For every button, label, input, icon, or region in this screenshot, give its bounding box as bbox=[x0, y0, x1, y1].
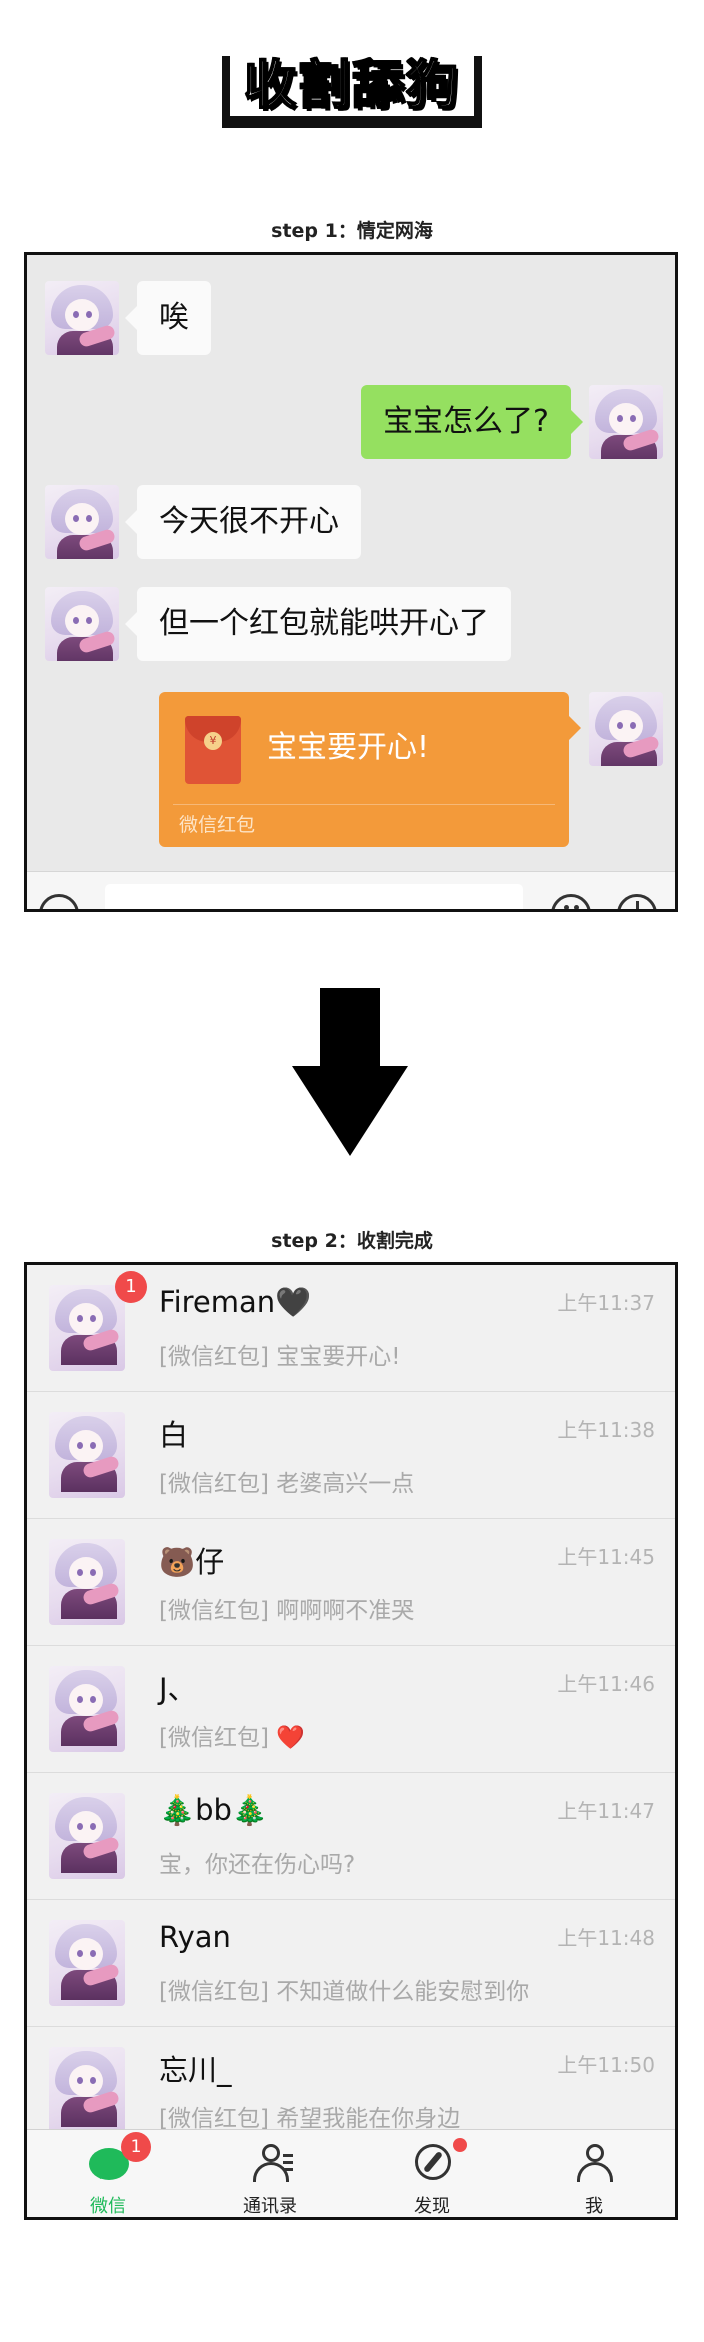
tab-bar: 1 微信 通讯录 发现 我 bbox=[27, 2129, 675, 2217]
avatar bbox=[49, 1920, 125, 2006]
chat-name: Fireman🖤 bbox=[159, 1285, 312, 1319]
chat-input-bar bbox=[27, 871, 675, 909]
tab-contacts[interactable]: 通讯录 bbox=[189, 2130, 351, 2217]
message-input[interactable] bbox=[105, 884, 523, 909]
chat-preview: 宝，你还在伤心吗? bbox=[159, 1852, 356, 1878]
page-title-banner: 收割舔狗 bbox=[222, 44, 482, 128]
title-box: 收割舔狗 bbox=[230, 44, 474, 117]
compass-icon bbox=[411, 2144, 455, 2184]
tab-chats[interactable]: 1 微信 bbox=[27, 2130, 189, 2217]
chat-time: 上午11:47 bbox=[557, 1799, 655, 1823]
chat-preview: [微信红包] 老婆高兴一点 bbox=[159, 1471, 415, 1497]
avatar[interactable] bbox=[45, 587, 119, 661]
chat-preview: [微信红包] 希望我能在你身边 bbox=[159, 2106, 461, 2132]
avatar bbox=[49, 1539, 125, 1625]
chat-preview: [微信红包] 不知道做什么能安慰到你 bbox=[159, 1979, 530, 2005]
down-arrow-icon bbox=[292, 988, 408, 1156]
emoji-icon[interactable] bbox=[551, 894, 591, 909]
page-title: 收割舔狗 bbox=[243, 54, 460, 117]
avatar[interactable] bbox=[45, 485, 119, 559]
chat-list-screen: 1 Fireman🖤 上午11:37 [微信红包] 宝宝要开心! 白 上午11:… bbox=[24, 1262, 678, 2220]
chat-preview: [微信红包] 啊啊啊不准哭 bbox=[159, 1598, 415, 1624]
avatar[interactable] bbox=[589, 692, 663, 766]
unread-badge: 1 bbox=[115, 1271, 147, 1303]
avatar bbox=[49, 2047, 125, 2133]
tab-label: 通讯录 bbox=[243, 2196, 297, 2217]
chat-name: 白 bbox=[159, 1418, 189, 1452]
chat-list-item[interactable]: 白 上午11:38 [微信红包] 老婆高兴一点 bbox=[27, 1392, 675, 1519]
red-packet-message[interactable]: ¥ 宝宝要开心! 微信红包 bbox=[159, 692, 581, 847]
tab-label: 我 bbox=[585, 2196, 603, 2217]
chat-screen: 唉 宝宝怎么了? 今天很不开心 但一个红包就能哄开心了 ¥ 宝宝要开心! 微信红… bbox=[24, 252, 678, 912]
tab-discover[interactable]: 发现 bbox=[351, 2130, 513, 2217]
tab-label: 发现 bbox=[414, 2196, 450, 2217]
message-bubble[interactable]: 宝宝怎么了? bbox=[361, 385, 583, 459]
divider bbox=[173, 804, 555, 805]
chat-name: 🐻仔 bbox=[159, 1545, 225, 1579]
red-packet-icon: ¥ bbox=[185, 716, 241, 784]
chat-name: 忘川_ bbox=[159, 2053, 232, 2087]
chat-time: 上午11:45 bbox=[557, 1545, 655, 1569]
avatar bbox=[49, 1412, 125, 1498]
notification-dot bbox=[453, 2138, 467, 2152]
chat-list-item[interactable]: J、 上午11:46 [微信红包] ❤️ bbox=[27, 1646, 675, 1773]
chat-list-item[interactable]: Ryan 上午11:48 [微信红包] 不知道做什么能安慰到你 bbox=[27, 1900, 675, 2027]
chat-list-item[interactable]: 🎄bb🎄 上午11:47 宝，你还在伤心吗? bbox=[27, 1773, 675, 1900]
chat-list-item[interactable]: 🐻仔 上午11:45 [微信红包] 啊啊啊不准哭 bbox=[27, 1519, 675, 1646]
voice-icon[interactable] bbox=[39, 894, 79, 909]
chat-time: 上午11:50 bbox=[557, 2053, 655, 2077]
tab-me[interactable]: 我 bbox=[513, 2130, 675, 2217]
tab-badge: 1 bbox=[121, 2132, 151, 2162]
chat-list-item[interactable]: 1 Fireman🖤 上午11:37 [微信红包] 宝宝要开心! bbox=[27, 1265, 675, 1392]
contacts-icon bbox=[249, 2144, 293, 2184]
chat-time: 上午11:48 bbox=[557, 1926, 655, 1950]
message-bubble[interactable]: 今天很不开心 bbox=[125, 485, 361, 559]
tab-label: 微信 bbox=[90, 2196, 126, 2217]
avatar[interactable] bbox=[589, 385, 663, 459]
message-bubble[interactable]: 唉 bbox=[125, 281, 211, 355]
chat-name: Ryan bbox=[159, 1920, 231, 1954]
step2-label: step 2：收割完成 bbox=[271, 1230, 433, 1252]
avatar[interactable] bbox=[45, 281, 119, 355]
avatar bbox=[49, 1793, 125, 1879]
plus-icon[interactable] bbox=[617, 894, 657, 909]
red-packet-label: 微信红包 bbox=[179, 814, 256, 836]
chat-name: J、 bbox=[159, 1672, 197, 1706]
avatar bbox=[49, 1285, 125, 1371]
chat-preview: [微信红包] ❤️ bbox=[159, 1725, 305, 1751]
chat-name: 🎄bb🎄 bbox=[159, 1793, 269, 1827]
chat-time: 上午11:38 bbox=[557, 1418, 655, 1442]
red-packet-greeting: 宝宝要开心! bbox=[267, 730, 430, 765]
step1-label: step 1：情定网海 bbox=[271, 220, 433, 242]
chat-preview: [微信红包] 宝宝要开心! bbox=[159, 1344, 401, 1370]
chat-time: 上午11:46 bbox=[557, 1672, 655, 1696]
chat-time: 上午11:37 bbox=[557, 1291, 655, 1315]
avatar bbox=[49, 1666, 125, 1752]
message-bubble[interactable]: 但一个红包就能哄开心了 bbox=[125, 587, 511, 661]
profile-icon bbox=[573, 2144, 617, 2184]
